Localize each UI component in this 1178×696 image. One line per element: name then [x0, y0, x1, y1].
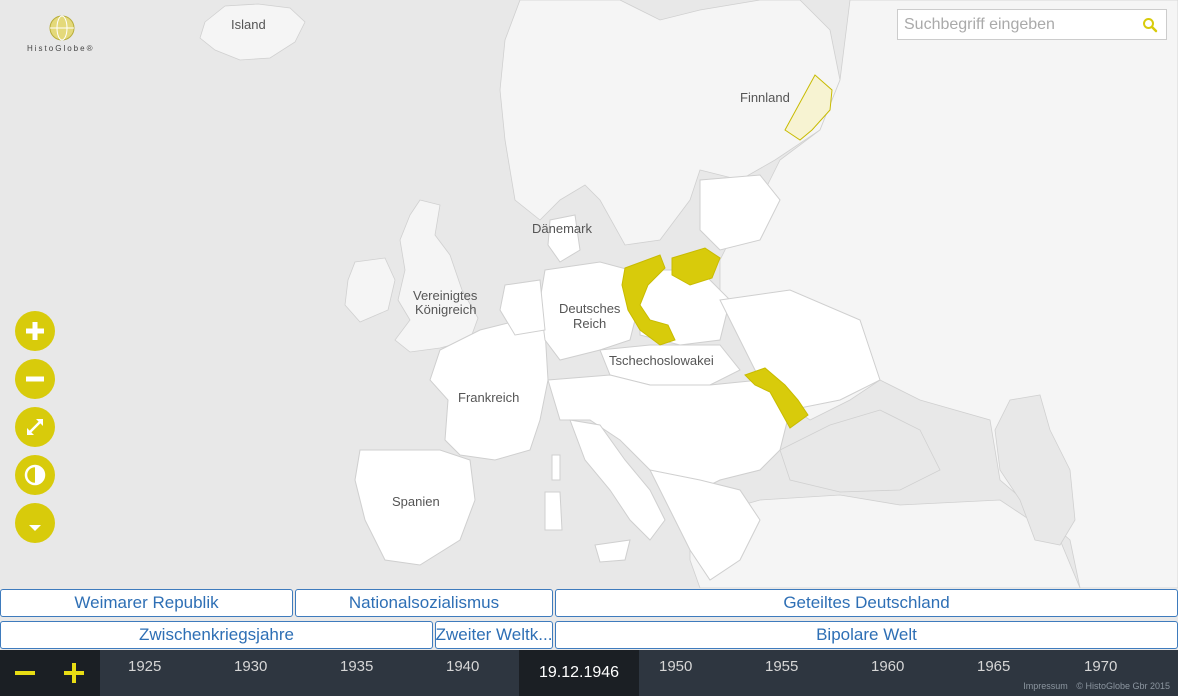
more-button[interactable]	[15, 503, 55, 543]
caret-down-icon	[29, 525, 41, 531]
fullscreen-button[interactable]	[15, 407, 55, 447]
expand-icon	[27, 419, 43, 435]
footer: Impressum © HistoGlobe Gbr 2015	[1017, 681, 1170, 691]
timeline-zoom-controls	[0, 650, 100, 696]
label-tschechoslowakei: Tschechoslowakei	[609, 353, 714, 368]
minus-icon	[26, 376, 44, 382]
contrast-button[interactable]	[15, 455, 55, 495]
year-label: 1935	[340, 658, 374, 675]
map[interactable]: Island Finnland Dänemark Vereinigtes Kön…	[0, 0, 1178, 588]
year-label: 1955	[765, 658, 799, 675]
epoch-weimarer-republik[interactable]: Weimarer Republik	[0, 589, 293, 617]
label-spanien: Spanien	[392, 494, 440, 509]
label-deutsches-reich-line2: Reich	[573, 316, 606, 331]
plus-icon	[26, 322, 44, 340]
timeline[interactable]: 1925 1930 1935 1940 19.12.1946 1950 1955…	[0, 650, 1178, 696]
epoch-nationalsozialismus[interactable]: Nationalsozialismus	[295, 589, 553, 617]
zoom-in-button[interactable]	[15, 311, 55, 351]
timeline-zoom-in-button[interactable]	[59, 658, 89, 688]
land-corsica	[551, 454, 561, 481]
year-label: 1925	[128, 658, 162, 675]
epoch-zweiter-weltkrieg[interactable]: Zweiter Weltk...	[435, 621, 553, 649]
globe-icon	[49, 15, 75, 41]
year-label: 1930	[234, 658, 268, 675]
label-island: Island	[231, 17, 266, 32]
logo-text: HistoGlobe®	[27, 44, 95, 53]
year-label: 1950	[659, 658, 693, 675]
year-label: 1960	[871, 658, 905, 675]
year-label: 1965	[977, 658, 1011, 675]
epoch-bipolare-welt[interactable]: Bipolare Welt	[555, 621, 1178, 649]
label-finnland: Finnland	[740, 90, 790, 105]
land-sardinia	[544, 491, 563, 531]
current-date[interactable]: 19.12.1946	[519, 650, 639, 696]
epoch-zwischenkriegsjahre[interactable]: Zwischenkriegsjahre	[0, 621, 433, 649]
search-icon[interactable]	[1142, 17, 1158, 33]
impressum-link[interactable]: Impressum	[1023, 681, 1068, 691]
contrast-icon	[24, 464, 46, 486]
search-input[interactable]	[898, 10, 1140, 39]
label-uk-line1: Vereinigtes	[413, 288, 478, 303]
label-deutsches-reich-line1: Deutsches	[559, 301, 621, 316]
label-frankreich: Frankreich	[458, 390, 519, 405]
zoom-out-button[interactable]	[15, 359, 55, 399]
timeline-zoom-out-button[interactable]	[10, 658, 40, 688]
year-label: 1940	[446, 658, 480, 675]
search-box[interactable]	[897, 9, 1167, 40]
year-label: 1970	[1084, 658, 1118, 675]
copyright-text: © HistoGlobe Gbr 2015	[1076, 681, 1170, 691]
label-daenemark: Dänemark	[532, 221, 592, 236]
epoch-geteiltes-deutschland[interactable]: Geteiltes Deutschland	[555, 589, 1178, 617]
label-uk-line2: Königreich	[415, 302, 476, 317]
